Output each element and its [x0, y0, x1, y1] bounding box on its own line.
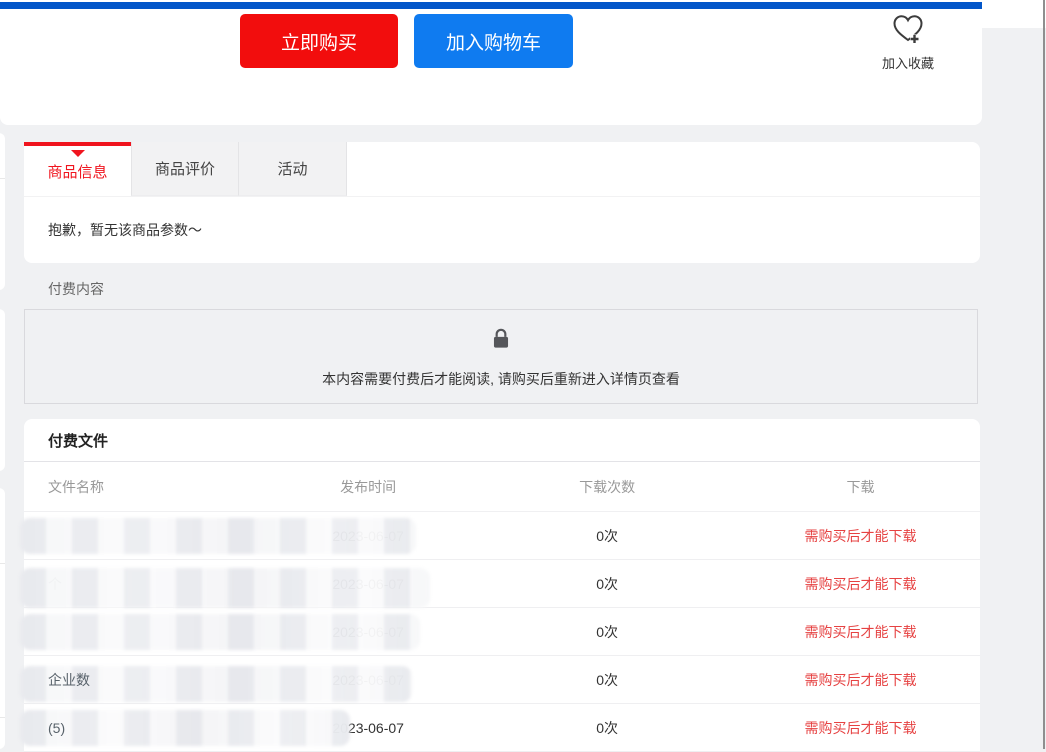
left-cutoff-panel: [0, 309, 5, 471]
tab-activity[interactable]: 活动: [239, 142, 347, 196]
file-download-status: 需购买后才能下载: [741, 718, 980, 738]
heart-plus-icon: [890, 33, 926, 50]
file-name-cell: [24, 512, 263, 559]
lock-icon: [488, 326, 514, 357]
header-download: 下载: [741, 477, 980, 497]
file-name-partial: (5): [48, 720, 65, 736]
file-download-count: 0次: [473, 670, 741, 690]
product-tabs-card: 商品信息 商品评价 活动 抱歉，暂无该商品参数～: [24, 142, 980, 263]
file-table-row: 2023-06-07 0次 需购买后才能下载: [24, 608, 980, 656]
top-accent-bar: [0, 2, 983, 9]
paid-content-section-title: 付费内容: [48, 279, 104, 299]
locked-content-box: 本内容需要付费后才能阅读, 请购买后重新进入详情页查看: [24, 309, 978, 404]
redacted-file-name: [20, 710, 350, 746]
file-download-status: 需购买后才能下载: [741, 670, 980, 690]
file-download-count: 0次: [473, 718, 741, 738]
tab-product-info[interactable]: 商品信息: [24, 142, 131, 196]
left-cutoff-panel: [0, 488, 5, 749]
file-table-row: 个 2023-06-07 0次 需购买后才能下载: [24, 560, 980, 608]
file-table-row: (5) 2023-06-07 0次 需购买后才能下载: [24, 704, 980, 752]
file-name-cell: (5): [24, 704, 263, 751]
favorite-label: 加入收藏: [858, 53, 958, 72]
tab-product-reviews[interactable]: 商品评价: [131, 142, 239, 196]
left-cutoff-panel: [0, 133, 5, 290]
right-margin-top: [982, 0, 1046, 28]
file-download-count: 0次: [473, 574, 741, 594]
locked-content-message: 本内容需要付费后才能阅读, 请购买后重新进入详情页查看: [322, 369, 680, 389]
no-params-notice: 抱歉，暂无该商品参数～: [24, 196, 980, 262]
redacted-file-name: [20, 568, 430, 608]
add-to-favorites-button[interactable]: 加入收藏: [858, 12, 958, 72]
buy-now-button[interactable]: 立即购买: [240, 14, 398, 68]
file-download-count: 0次: [473, 526, 741, 546]
file-download-status: 需购买后才能下载: [741, 622, 980, 642]
files-table-header: 文件名称 发布时间 下载次数 下载: [24, 462, 980, 512]
file-name-cell: 企业数: [24, 656, 263, 703]
redacted-file-name: [20, 518, 416, 554]
file-name-partial: 企业数: [48, 670, 90, 690]
header-download-count: 下载次数: [473, 477, 741, 497]
scrollbar[interactable]: [1043, 0, 1045, 749]
redacted-file-name: [20, 614, 420, 650]
file-name-cell: 个: [24, 560, 263, 607]
header-file-name: 文件名称: [24, 462, 263, 511]
file-download-status: 需购买后才能下载: [741, 574, 980, 594]
paid-files-title: 付费文件: [24, 419, 980, 462]
add-to-cart-button[interactable]: 加入购物车: [414, 14, 573, 68]
file-download-count: 0次: [473, 622, 741, 642]
file-download-status: 需购买后才能下载: [741, 526, 980, 546]
tab-bar: 商品信息 商品评价 活动: [24, 142, 980, 196]
file-table-row: 2023-06-07 0次 需购买后才能下载: [24, 512, 980, 560]
file-name-cell: [24, 608, 263, 655]
paid-files-card: 付费文件 文件名称 发布时间 下载次数 下载 2023-06-07 0次 需购买…: [24, 419, 980, 752]
header-publish-date: 发布时间: [263, 477, 473, 497]
file-table-row: 企业数 2023-06-07 0次 需购买后才能下载: [24, 656, 980, 704]
